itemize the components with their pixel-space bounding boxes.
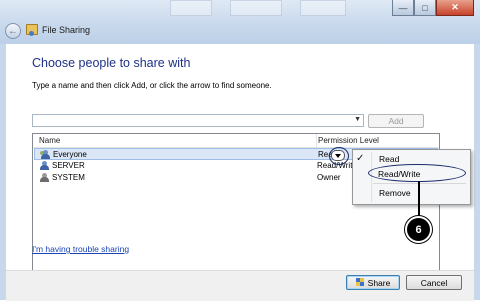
uac-shield-icon [355, 278, 365, 287]
callout-line [418, 181, 420, 219]
add-button[interactable]: Add [368, 114, 424, 128]
minimize-button[interactable]: — [392, 0, 414, 16]
window-frame-right [474, 44, 480, 300]
column-header-name[interactable]: Name [39, 136, 60, 145]
annotation-ellipse [368, 164, 466, 182]
background-window-ghost [170, 0, 212, 16]
user-icon [39, 161, 50, 170]
close-icon: ✕ [451, 2, 459, 12]
menu-item-read[interactable]: Read [379, 154, 399, 164]
row-name: SYSTEM [52, 173, 85, 182]
trouble-sharing-link[interactable]: I'm having trouble sharing [32, 244, 129, 254]
combo-dropdown-icon[interactable]: ▼ [354, 116, 361, 123]
step-callout: 6 [405, 216, 432, 243]
row-name: SERVER [52, 161, 85, 170]
checkmark-icon: ✓ [356, 153, 365, 164]
menu-gutter [371, 152, 372, 202]
window-title: File Sharing [42, 25, 91, 35]
annotation-circle [329, 147, 349, 165]
background-window-ghost [230, 0, 282, 16]
column-header-permission[interactable]: Permission Level [318, 136, 379, 145]
column-separator[interactable] [316, 134, 317, 147]
share-button[interactable]: Share [346, 275, 400, 290]
list-header: Name Permission Level [33, 134, 439, 148]
window-controls: — □ ✕ [392, 0, 474, 16]
dialog-heading: Choose people to share with [32, 56, 191, 70]
maximize-icon: □ [422, 2, 428, 13]
window-titlebar: — □ ✕ ← File Sharing [0, 0, 480, 44]
dialog-instruction: Type a name and then click Add, or click… [32, 81, 272, 90]
maximize-button[interactable]: □ [414, 0, 436, 16]
menu-separator [373, 183, 466, 184]
row-permission: Owner [317, 173, 341, 182]
close-button[interactable]: ✕ [436, 0, 474, 16]
background-window-ghost [300, 0, 346, 16]
group-user-icon [40, 150, 51, 159]
dialog-footer: Share Cancel [6, 270, 474, 301]
system-user-icon [39, 173, 50, 182]
cancel-button[interactable]: Cancel [406, 275, 462, 290]
share-button-label: Share [367, 277, 391, 288]
minimize-icon: — [398, 2, 408, 13]
file-sharing-icon [26, 24, 38, 36]
name-input[interactable]: ▼ [32, 114, 364, 127]
menu-item-remove[interactable]: Remove [379, 188, 411, 198]
back-arrow-icon: ← [8, 25, 18, 37]
back-button[interactable]: ← [5, 23, 21, 39]
row-name: Everyone [53, 150, 87, 159]
